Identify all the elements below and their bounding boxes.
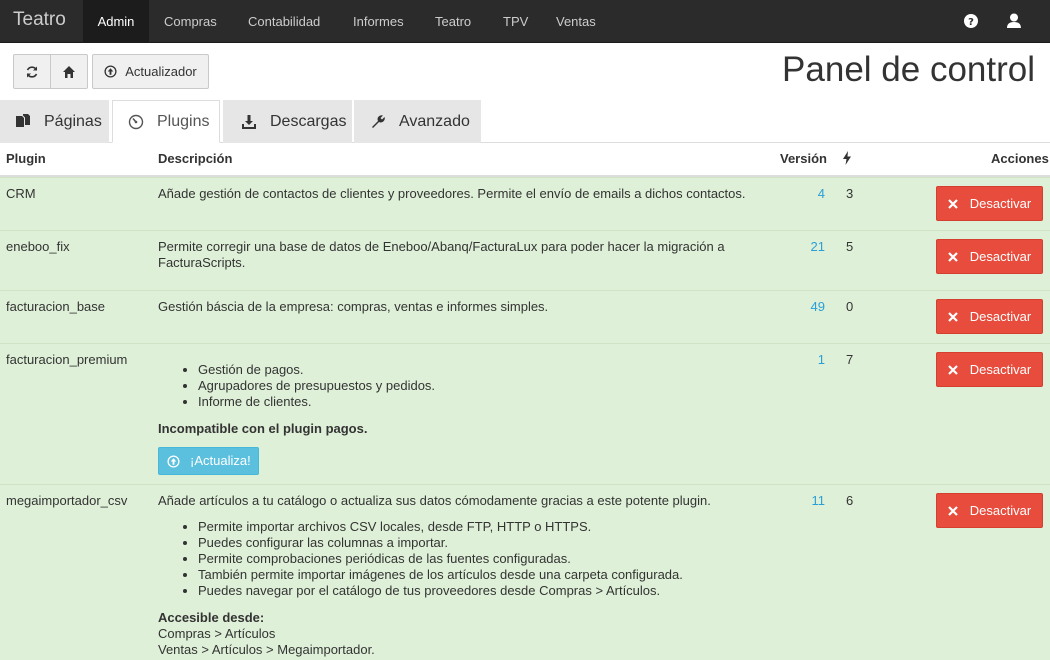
plugin-description-line: Permite corregir una base de datos de En…	[158, 239, 725, 254]
nav-item-informes[interactable]: Informes	[353, 0, 404, 43]
close-icon	[948, 505, 958, 516]
plugin-name: eneboo_fix	[6, 239, 70, 254]
help-icon[interactable]: ?	[962, 12, 980, 30]
feature-item: Permite importar archivos CSV locales, d…	[198, 519, 758, 535]
tab-avanzado[interactable]: Avanzado	[354, 100, 481, 143]
feature-item: Puedes navegar por el catálogo de tus pr…	[198, 583, 758, 599]
feature-list: Gestión de pagos. Agrupadores de presupu…	[158, 362, 738, 410]
deactivate-button[interactable]: Desactivar	[936, 239, 1043, 274]
plugin-description: Gestión báscia de la empresa: compras, v…	[158, 299, 549, 314]
home-button[interactable]	[50, 54, 88, 89]
updater-button[interactable]: Actualizador	[92, 54, 209, 89]
feature-item: Informe de clientes.	[198, 394, 738, 410]
plugin-description: Añade artículos a tu catálogo o actualiz…	[158, 493, 758, 658]
header-plugin[interactable]: Plugin	[6, 151, 46, 166]
deactivate-label: Desactivar	[969, 196, 1032, 211]
table-row: facturacion_premium Gestión de pagos. Ag…	[0, 343, 1050, 484]
access-line: Compras > Artículos	[158, 626, 276, 641]
plugin-name: CRM	[6, 186, 36, 201]
plugin-name: megaimportador_csv	[6, 493, 128, 508]
header-actions: Acciones	[991, 151, 1049, 166]
tab-label: Descargas	[270, 113, 347, 130]
feature-item: Gestión de pagos.	[198, 362, 738, 378]
wrench-icon	[372, 115, 385, 128]
deactivate-button[interactable]: Desactivar	[936, 493, 1043, 528]
nav-item-teatro[interactable]: Teatro	[435, 0, 471, 43]
download-icon	[242, 115, 256, 129]
deactivate-label: Desactivar	[969, 362, 1032, 377]
deactivate-label: Desactivar	[969, 503, 1032, 518]
update-button[interactable]: ¡Actualiza!	[158, 447, 259, 475]
nav-item-admin[interactable]: Admin	[83, 0, 149, 43]
feature-item: Permite comprobaciones periódicas de las…	[198, 551, 758, 567]
plugin-name: facturacion_base	[6, 299, 106, 314]
close-icon	[948, 251, 958, 262]
refresh-button[interactable]	[13, 54, 51, 89]
tab-plugins[interactable]: Plugins	[112, 100, 220, 143]
table-row: megaimportador_csv Añade artículos a tu …	[0, 484, 1050, 660]
plugin-version-link[interactable]: 21	[811, 239, 825, 254]
top-navbar: Teatro Admin Compras Contabilidad Inform…	[0, 0, 1050, 43]
pages-icon	[16, 114, 30, 127]
tab-label: Avanzado	[399, 113, 470, 130]
plugin-version-link[interactable]: 11	[812, 493, 826, 508]
brand-logo[interactable]: Teatro	[13, 9, 66, 31]
incompatibility-warning: Incompatible con el plugin pagos.	[158, 421, 368, 436]
description-intro: Añade artículos a tu catálogo o actualiz…	[158, 493, 711, 508]
update-label: ¡Actualiza!	[190, 453, 251, 468]
feature-item: Puedes configurar las columnas a importa…	[198, 535, 758, 551]
tab-label: Plugins	[157, 112, 210, 130]
plugin-priority: 6	[846, 493, 854, 508]
upload-circle-icon	[167, 454, 180, 468]
nav-item-compras[interactable]: Compras	[164, 0, 217, 43]
close-icon	[948, 364, 958, 375]
access-title: Accesible desde:	[158, 610, 265, 625]
svg-text:?: ?	[968, 17, 974, 28]
table-row: CRM Añade gestión de contactos de client…	[0, 177, 1050, 230]
feature-list: Permite importar archivos CSV locales, d…	[158, 519, 758, 599]
tab-label: Páginas	[44, 113, 102, 130]
plugin-description-line: FacturaScripts.	[158, 255, 246, 270]
access-line: Ventas > Artículos > Megaimportador.	[158, 642, 375, 657]
plugin-version-link[interactable]: 1	[818, 352, 825, 367]
plugin-description: Añade gestión de contactos de clientes y…	[158, 186, 746, 201]
nav-item-tpv[interactable]: TPV	[503, 0, 528, 43]
deactivate-button[interactable]: Desactivar	[936, 186, 1043, 221]
deactivate-label: Desactivar	[969, 249, 1032, 264]
close-icon	[948, 198, 958, 209]
table-row: facturacion_base Gestión báscia de la em…	[0, 290, 1050, 343]
plugin-name: facturacion_premium	[6, 352, 128, 367]
tab-paginas[interactable]: Páginas	[0, 100, 109, 143]
header-description[interactable]: Descripción	[158, 151, 232, 166]
nav-item-contabilidad[interactable]: Contabilidad	[248, 0, 320, 43]
nav-item-ventas[interactable]: Ventas	[556, 0, 596, 43]
plugin-priority: 0	[846, 299, 854, 314]
plugin-description: Gestión de pagos. Agrupadores de presupu…	[158, 362, 738, 475]
bolt-icon	[843, 151, 851, 165]
plugin-priority: 3	[846, 186, 854, 201]
header-version[interactable]: Versión	[780, 151, 827, 166]
plugin-priority: 7	[846, 352, 854, 367]
dashboard-icon	[128, 114, 144, 129]
deactivate-button[interactable]: Desactivar	[936, 299, 1043, 334]
feature-item: También permite importar imágenes de los…	[198, 567, 758, 583]
updater-label: Actualizador	[125, 64, 197, 79]
home-icon	[63, 65, 75, 78]
deactivate-label: Desactivar	[969, 309, 1032, 324]
page-title: Panel de control	[782, 50, 1035, 89]
table-row: eneboo_fix Permite corregir una base de …	[0, 230, 1050, 290]
refresh-icon	[26, 65, 38, 78]
user-icon[interactable]	[1005, 12, 1023, 30]
plugin-version-link[interactable]: 4	[818, 186, 825, 201]
upload-circle-icon	[104, 65, 117, 78]
feature-item: Agrupadores de presupuestos y pedidos.	[198, 378, 738, 394]
deactivate-button[interactable]: Desactivar	[936, 352, 1043, 387]
plugin-version-link[interactable]: 49	[811, 299, 825, 314]
plugin-priority: 5	[846, 239, 854, 254]
close-icon	[948, 311, 958, 322]
tab-descargas[interactable]: Descargas	[223, 100, 352, 143]
